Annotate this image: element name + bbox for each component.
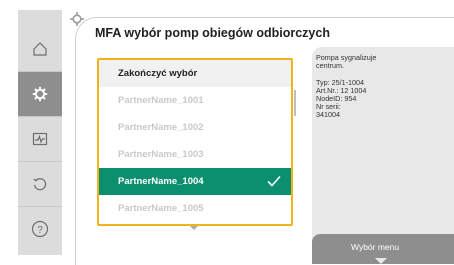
list-item-label: PartnerName_1004 [118, 176, 204, 187]
list-item[interactable]: PartnerName_1002 [99, 114, 291, 141]
list-item-label: PartnerName_1003 [118, 149, 204, 160]
list-item-label: PartnerName_1005 [118, 203, 204, 214]
menu-button-label: Wybór menu [351, 242, 400, 252]
sidebar-item-restore[interactable] [18, 162, 62, 206]
gear-icon [32, 86, 48, 102]
svg-text:?: ? [37, 225, 43, 236]
page-title: MFA wybór pomp obiegów odbiorczych [95, 26, 330, 40]
sidebar-item-settings[interactable] [18, 72, 62, 116]
list-item-selected[interactable]: PartnerName_1004 [99, 168, 291, 195]
list-item[interactable]: PartnerName_1005 [99, 195, 291, 222]
list-item[interactable]: PartnerName_1001 [99, 87, 291, 114]
list-item-label: Zakończyć wybór [118, 68, 198, 79]
list-item[interactable]: PartnerName_1003 [99, 141, 291, 168]
chevron-down-icon[interactable] [190, 226, 198, 230]
restore-icon [33, 178, 47, 191]
selection-list: Zakończyć wybór PartnerName_1001 Partner… [97, 58, 293, 226]
info-line: centrum. [316, 61, 344, 70]
sidebar-item-diagnostics[interactable] [18, 117, 62, 161]
home-icon [33, 42, 47, 56]
pulse-monitor-icon [32, 132, 48, 146]
list-item-finish[interactable]: Zakończyć wybór [99, 60, 291, 87]
scrollbar[interactable] [294, 90, 296, 116]
check-icon [267, 175, 281, 187]
list-item-label: PartnerName_1002 [118, 122, 204, 133]
sidebar: ? [18, 10, 62, 255]
menu-pointer-icon [375, 258, 387, 264]
help-icon: ? [31, 220, 49, 238]
list-item-label: PartnerName_1001 [118, 95, 204, 106]
sidebar-item-home[interactable] [18, 27, 62, 71]
info-line: 341004 [316, 110, 340, 119]
settings-context-icon [70, 12, 84, 26]
sidebar-item-help[interactable]: ? [18, 207, 62, 251]
